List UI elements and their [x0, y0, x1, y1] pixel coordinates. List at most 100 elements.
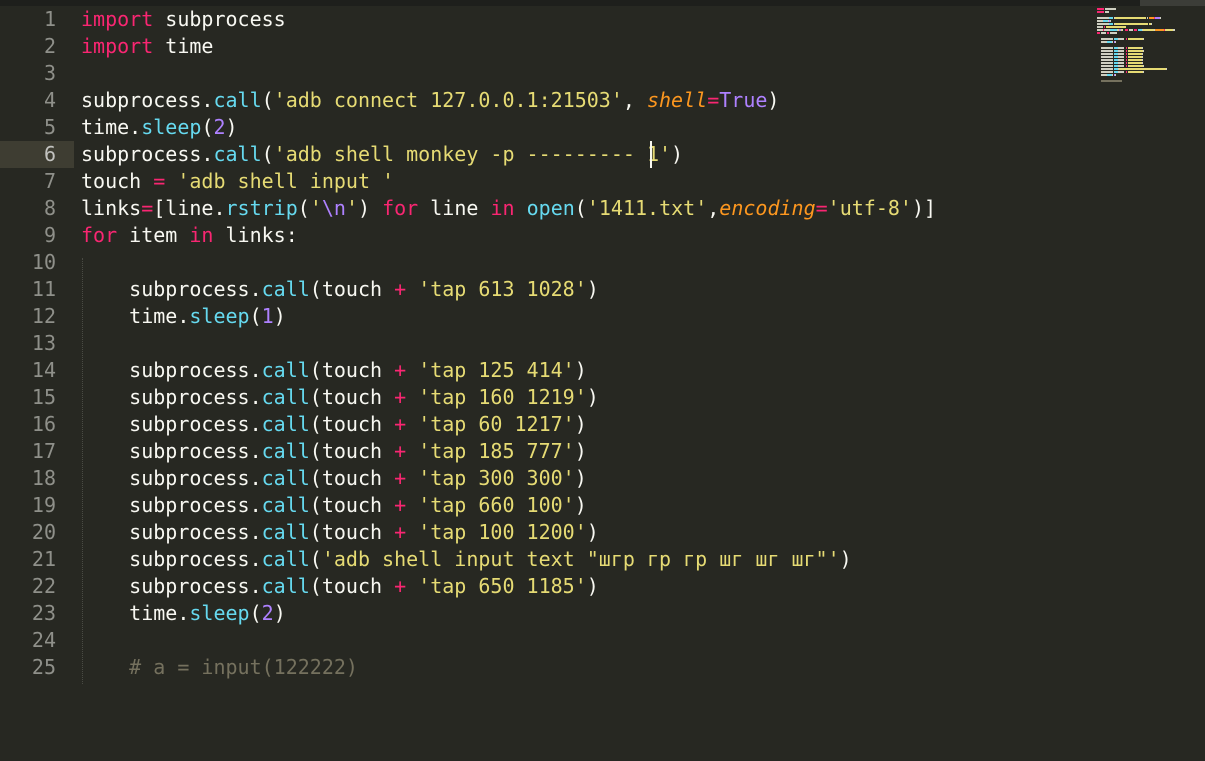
minimap-line	[1110, 29, 1117, 31]
code-line[interactable]: 13	[0, 330, 1085, 357]
code-line[interactable]: 14 subprocess.call(touch + 'tap 125 414'…	[0, 357, 1085, 384]
minimap-line	[1125, 65, 1127, 67]
code-line[interactable]: 11 subprocess.call(touch + 'tap 613 1028…	[0, 276, 1085, 303]
code-token: call	[261, 466, 310, 490]
code-line[interactable]: 24	[0, 627, 1085, 654]
code-token: subprocess.	[81, 358, 262, 382]
minimap-line	[1114, 23, 1148, 25]
code-text: for item in links:	[81, 222, 298, 249]
code-token: call	[261, 412, 310, 436]
code-line[interactable]: 2 import time	[0, 33, 1085, 60]
code-line[interactable]: 25 # a = input(122222)	[0, 654, 1085, 681]
line-number: 16	[31, 412, 56, 436]
minimap-line	[1125, 50, 1127, 52]
minimap-line	[1117, 65, 1125, 67]
code-token: =	[707, 88, 720, 112]
code-token: 'adb shell monkey -p ---------	[273, 142, 635, 166]
code-token: call	[261, 574, 310, 598]
code-token: =	[141, 196, 154, 220]
code-line[interactable]: 5 time.sleep(2)	[0, 114, 1085, 141]
minimap-line	[1101, 53, 1114, 55]
code-line[interactable]: 9 for item in links:	[0, 222, 1085, 249]
code-token: links	[81, 196, 142, 220]
code-line[interactable]: 3	[0, 60, 1085, 87]
line-number: 21	[31, 547, 56, 571]
code-line[interactable]: 23 time.sleep(2)	[0, 600, 1085, 627]
code-token: \n	[321, 196, 346, 220]
minimap-line	[1142, 53, 1144, 55]
code-token: 'tap 613 1028'	[418, 277, 587, 301]
code-token: )	[839, 547, 852, 571]
code-text: time.sleep(2)	[81, 114, 238, 141]
minimap-line	[1110, 32, 1117, 34]
code-token: (	[261, 142, 274, 166]
code-token: =	[815, 196, 828, 220]
code-token: )	[586, 385, 599, 409]
line-number: 10	[31, 250, 56, 274]
code-line[interactable]: 1 import subprocess	[0, 6, 1085, 33]
minimap-line	[1143, 71, 1145, 73]
line-number: 14	[31, 358, 56, 382]
code-line[interactable]: 18 subprocess.call(touch + 'tap 300 300'…	[0, 465, 1085, 492]
code-token: (	[309, 547, 322, 571]
minimap-line	[1104, 11, 1110, 13]
minimap-line	[1104, 8, 1116, 10]
code-token: 'tap 60 1217'	[418, 412, 575, 436]
code-token: for	[382, 196, 419, 220]
code-token: 'tap 660 100'	[418, 493, 575, 517]
code-token: subprocess.	[81, 277, 262, 301]
code-token: 2	[213, 115, 226, 139]
code-token: +	[394, 493, 407, 517]
code-text: subprocess.call(touch + 'tap 125 414')	[81, 357, 587, 384]
minimap-line	[1125, 53, 1127, 55]
code-token: )	[273, 304, 286, 328]
code-token: +	[394, 358, 407, 382]
code-token: (touch	[309, 358, 395, 382]
line-number: 20	[31, 520, 56, 544]
code-token: (touch	[309, 439, 395, 463]
code-token: subprocess.	[81, 547, 262, 571]
code-line[interactable]: 12 time.sleep(1)	[0, 303, 1085, 330]
line-number: 5	[43, 115, 56, 139]
line-number: 9	[43, 223, 56, 247]
minimap-line	[1097, 23, 1110, 25]
code-token: )	[273, 601, 286, 625]
minimap-line	[1106, 32, 1110, 34]
minimap-line	[1127, 59, 1143, 61]
code-line[interactable]: 8 links=[line.rstrip('\n') for line in op…	[0, 195, 1085, 222]
code-token: (	[201, 115, 214, 139]
minimap-line	[1127, 62, 1143, 64]
code-text: subprocess.call(touch + 'tap 650 1185')	[81, 573, 599, 600]
minimap-line	[1114, 41, 1116, 43]
code-token: import	[81, 34, 154, 58]
code-line[interactable]: 15 subprocess.call(touch + 'tap 160 1219…	[0, 384, 1085, 411]
code-token: 'tap 185 777'	[418, 439, 575, 463]
minimap[interactable]	[1097, 8, 1197, 92]
minimap-line	[1150, 23, 1152, 25]
code-line[interactable]: 6 subprocess.call('adb shell monkey -p --…	[0, 141, 1085, 168]
code-line[interactable]: 7 touch = 'adb shell input '	[0, 168, 1085, 195]
code-line[interactable]: 17 subprocess.call(touch + 'tap 185 777'…	[0, 438, 1085, 465]
code-line[interactable]: 10	[0, 249, 1085, 276]
minimap-line	[1142, 59, 1144, 61]
code-token: =	[153, 169, 166, 193]
code-token: subprocess.	[81, 493, 262, 517]
indent-guide	[82, 258, 83, 684]
minimap-line	[1117, 62, 1125, 64]
code-line[interactable]: 20 subprocess.call(touch + 'tap 100 1200…	[0, 519, 1085, 546]
code-token: 'tap 300 300'	[418, 466, 575, 490]
code-line[interactable]: 16 subprocess.call(touch + 'tap 60 1217'…	[0, 411, 1085, 438]
minimap-line	[1134, 29, 1137, 31]
code-line[interactable]: 21 subprocess.call('adb shell input text…	[0, 546, 1085, 573]
code-token: )	[574, 466, 587, 490]
code-token: call	[261, 385, 310, 409]
minimap-line	[1122, 29, 1124, 31]
code-editor[interactable]: 1 import subprocess 2 import time 3 4 subproce…	[0, 6, 1205, 761]
code-line[interactable]: 19 subprocess.call(touch + 'tap 660 100'…	[0, 492, 1085, 519]
code-line[interactable]: 22 subprocess.call(touch + 'tap 650 1185…	[0, 573, 1085, 600]
minimap-line	[1125, 56, 1127, 58]
code-line[interactable]: 4 subprocess.call('adb connect 127.0.0.1:…	[0, 87, 1085, 114]
